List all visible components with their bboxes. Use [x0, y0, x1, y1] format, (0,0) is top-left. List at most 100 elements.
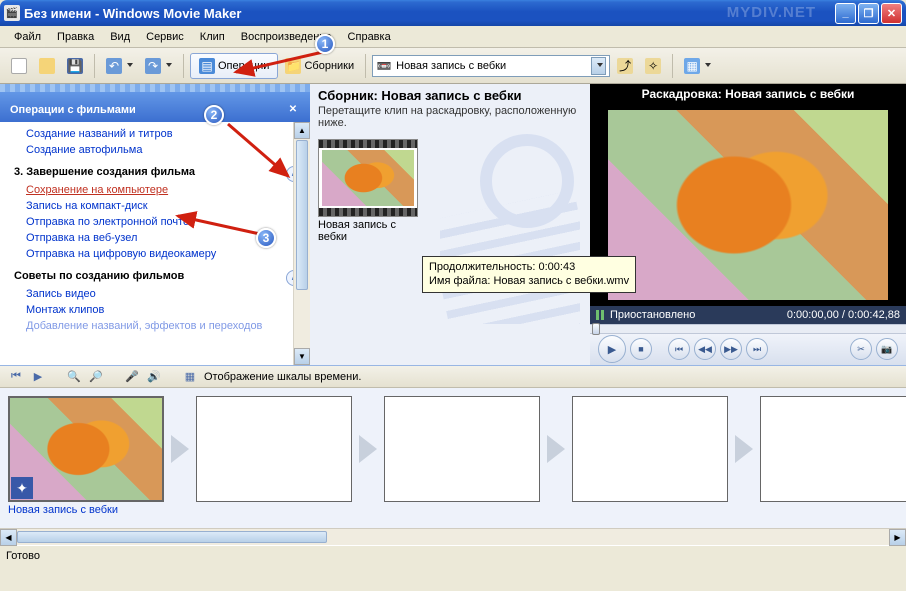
task-link-dv[interactable]: Отправка на цифровую видеокамеру — [0, 246, 310, 262]
task-link-editclips[interactable]: Монтаж клипов — [0, 302, 310, 318]
preview-title: Раскадровка: Новая запись с вебки — [590, 84, 906, 104]
task-link-addfx[interactable]: Добавление названий, эффектов и переходо… — [0, 318, 310, 334]
minimize-button[interactable]: _ — [835, 3, 856, 24]
storyboard-empty-slot[interactable] — [384, 396, 540, 502]
titlebar: 🎬 Без имени - Windows Movie Maker MYDIV.… — [0, 0, 906, 26]
preview-status-text: Приостановлено — [610, 309, 695, 321]
task-link-save-pc[interactable]: Сохранение на компьютере — [0, 182, 310, 198]
task-link-titles[interactable]: Создание названий и титров — [0, 126, 310, 142]
transition-icon — [359, 435, 377, 463]
prev-clip-button[interactable]: ⏮ — [668, 338, 690, 360]
view-mode-button[interactable]: ▦ — [679, 53, 716, 79]
film-decor-icon — [440, 124, 580, 324]
collection-title: Сборник: Новая запись с вебки — [318, 88, 582, 103]
clip-thumbnail[interactable] — [318, 139, 418, 217]
storyboard-clip[interactable]: ✦ Новая запись с вебки — [8, 396, 164, 516]
storyboard-transition-slot[interactable] — [728, 396, 760, 502]
new-button[interactable] — [6, 53, 32, 79]
clip-label: Новая запись с вебки — [318, 217, 418, 243]
storyboard-hscroll[interactable]: ◀ ▶ — [0, 528, 906, 545]
tooltip-duration: Продолжительность: 0:00:43 — [429, 260, 629, 274]
scroll-right-icon[interactable]: ▶ — [889, 529, 906, 546]
preview-video[interactable] — [590, 104, 906, 306]
task-section-finish-label: 3. Завершение создания фильма — [14, 166, 195, 178]
tasks-scrollbar[interactable]: ▲ ▼ — [293, 122, 310, 365]
stop-button[interactable]: ■ — [630, 338, 652, 360]
menu-view[interactable]: Вид — [102, 28, 138, 46]
scroll-down-icon[interactable]: ▼ — [294, 348, 310, 365]
redo-button[interactable]: ↷ — [140, 53, 177, 79]
sb-toggle-label[interactable]: Отображение шкалы времени. — [204, 371, 361, 383]
new-folder-icon: ✧ — [645, 58, 661, 74]
tasks-header: Операции с фильмами ✕ — [0, 84, 310, 122]
sb-rewind-button[interactable]: ⏮ — [8, 369, 24, 385]
menu-playback[interactable]: Воспроизведение — [233, 28, 340, 46]
play-button[interactable]: ▶ — [598, 335, 626, 363]
sb-play-button[interactable]: ▶ — [30, 369, 46, 385]
task-link-web[interactable]: Отправка на веб-узел — [0, 230, 310, 246]
preview-seekbar[interactable] — [590, 324, 906, 334]
menu-edit[interactable]: Правка — [49, 28, 102, 46]
hscroll-thumb[interactable] — [17, 531, 327, 543]
scroll-left-icon[interactable]: ◀ — [0, 529, 17, 546]
task-section-tips[interactable]: Советы по созданию фильмов ˄ — [0, 262, 310, 286]
collection-pane: Сборник: Новая запись с вебки Перетащите… — [310, 84, 590, 365]
statusbar: Готово — [0, 545, 906, 565]
scroll-up-icon[interactable]: ▲ — [294, 122, 310, 139]
maximize-button[interactable]: ❐ — [858, 3, 879, 24]
collection-combo-value: Новая запись с вебки — [396, 60, 587, 72]
menu-file[interactable]: Файл — [6, 28, 49, 46]
sb-narrate-button[interactable]: 🎤 — [124, 369, 140, 385]
next-clip-button[interactable]: ⏭ — [746, 338, 768, 360]
up-level-button[interactable]: ⤴ — [612, 53, 638, 79]
save-icon: 💾 — [67, 58, 83, 74]
clip-tooltip: Продолжительность: 0:00:43 Имя файла: Но… — [422, 256, 636, 293]
sb-zoom-in-button[interactable]: 🔍 — [66, 369, 82, 385]
storyboard[interactable]: ✦ Новая запись с вебки — [0, 388, 906, 528]
tasks-button[interactable]: ▤Операции — [190, 53, 278, 79]
tasks-close-button[interactable]: ✕ — [286, 102, 300, 116]
transition-icon — [547, 435, 565, 463]
task-section-finish[interactable]: 3. Завершение создания фильма ˄ — [0, 158, 310, 182]
new-folder-button[interactable]: ✧ — [640, 53, 666, 79]
menu-clip[interactable]: Клип — [192, 28, 233, 46]
toolbar: 💾 ↶ ↷ ▤Операции 📁Сборники 📼 Новая запись… — [0, 48, 906, 84]
clip-item[interactable]: Новая запись с вебки — [318, 139, 418, 243]
transition-icon — [735, 435, 753, 463]
close-button[interactable]: ✕ — [881, 3, 902, 24]
collections-button[interactable]: 📁Сборники — [280, 53, 359, 79]
step-fwd-button[interactable]: ▶▶ — [720, 338, 742, 360]
storyboard-transition-slot[interactable] — [540, 396, 572, 502]
task-section-tips-label: Советы по созданию фильмов — [14, 270, 184, 282]
storyboard-empty-slot[interactable] — [196, 396, 352, 502]
split-button[interactable]: ✂ — [850, 338, 872, 360]
storyboard-transition-slot[interactable] — [352, 396, 384, 502]
snapshot-button[interactable]: 📷 — [876, 338, 898, 360]
task-link-automovie[interactable]: Создание автофильма — [0, 142, 310, 158]
effects-icon[interactable]: ✦ — [11, 477, 33, 499]
menu-service[interactable]: Сервис — [138, 28, 192, 46]
preview-time: 0:00:00,00 / 0:00:42,88 — [787, 309, 900, 321]
collection-combo[interactable]: 📼 Новая запись с вебки — [372, 55, 610, 77]
open-button[interactable] — [34, 53, 60, 79]
storyboard-empty-slot[interactable] — [760, 396, 906, 502]
undo-button[interactable]: ↶ — [101, 53, 138, 79]
chevron-down-icon[interactable] — [591, 57, 606, 75]
new-icon — [11, 58, 27, 74]
seek-thumb[interactable] — [592, 323, 600, 335]
scroll-thumb[interactable] — [296, 140, 308, 290]
sb-audio-button[interactable]: 🔊 — [146, 369, 162, 385]
storyboard-empty-slot[interactable] — [572, 396, 728, 502]
tasks-button-label: Операции — [218, 60, 269, 72]
status-text: Готово — [6, 550, 40, 562]
task-link-record[interactable]: Запись видео — [0, 286, 310, 302]
storyboard-thumb[interactable]: ✦ — [8, 396, 164, 502]
grid-icon: ▦ — [684, 58, 700, 74]
storyboard-transition-slot[interactable] — [164, 396, 196, 502]
step-back-button[interactable]: ◀◀ — [694, 338, 716, 360]
task-link-email[interactable]: Отправка по электронной почте — [0, 214, 310, 230]
menu-help[interactable]: Справка — [340, 28, 399, 46]
save-button[interactable]: 💾 — [62, 53, 88, 79]
sb-zoom-out-button[interactable]: 🔎 — [88, 369, 104, 385]
task-link-cd[interactable]: Запись на компакт-диск — [0, 198, 310, 214]
